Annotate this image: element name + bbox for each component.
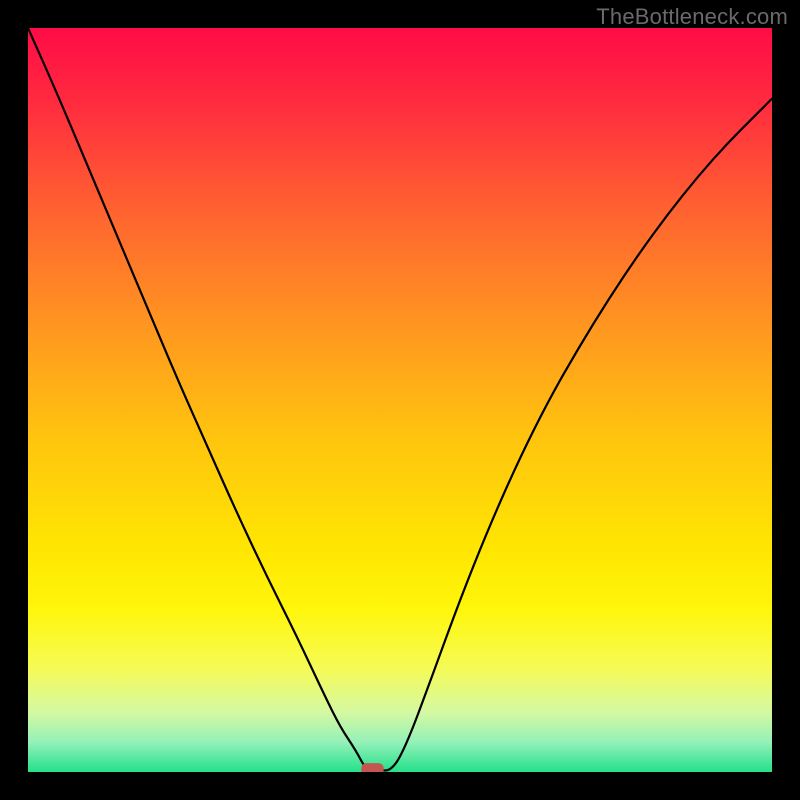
chart-plot-area	[28, 28, 772, 772]
bottleneck-chart	[28, 28, 772, 772]
gradient-background	[28, 28, 772, 772]
minimum-marker	[361, 763, 383, 772]
watermark-text: TheBottleneck.com	[596, 4, 788, 30]
